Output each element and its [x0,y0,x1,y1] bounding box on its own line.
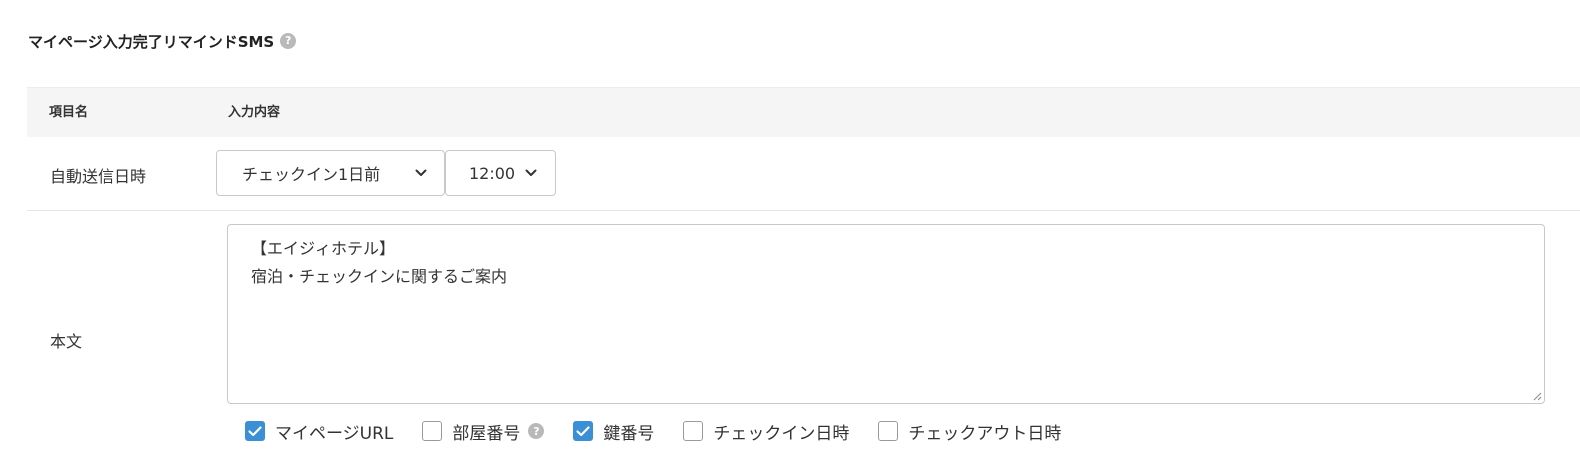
resize-handle-icon[interactable] [1532,391,1542,401]
option-checkout-datetime[interactable]: チェックアウト日時 [878,419,1061,444]
send-day-select-value: チェックイン1日前 [242,165,381,184]
option-key-number[interactable]: 鍵番号 [573,419,654,444]
send-time-label: 自動送信日時 [50,167,147,186]
body-textarea[interactable]: 【エイジィホテル】 宿泊・チェックインに関するご案内 [227,224,1545,404]
section-title-text: マイページ入力完了リマインドSMS [28,32,275,51]
option-label: 鍵番号 [603,423,655,444]
body-line: 宿泊・チェックインに関するご案内 [251,267,508,286]
column-header-content: 入力内容 [228,105,281,120]
body-line: 【エイジィホテル】 [251,239,396,258]
chevron-down-icon [415,169,427,176]
option-checkin-datetime[interactable]: チェックイン日時 [683,419,849,444]
option-label: チェックイン日時 [713,423,850,444]
body-label: 本文 [50,332,83,351]
checkbox-checked-icon[interactable] [245,421,265,441]
checkbox-checked-icon[interactable] [573,421,594,441]
checkbox-unchecked-icon[interactable] [878,421,899,441]
row-divider [27,210,1580,211]
column-header-name: 項目名 [49,105,89,120]
chevron-down-icon [525,169,537,176]
section-title: マイページ入力完了リマインドSMS ? [28,30,297,52]
send-time-select[interactable]: 12:00 [445,150,556,196]
option-label: 部屋番号 [452,423,521,444]
table-header: 項目名 入力内容 [27,87,1580,137]
checkbox-unchecked-icon[interactable] [683,421,704,441]
send-day-select[interactable]: チェックイン1日前 [216,150,445,196]
insert-options: マイページURL 部屋番号 ? 鍵番号 チェックイン日時 チェックアウト日時 [245,419,1090,444]
help-icon[interactable]: ? [280,33,297,49]
option-room-number[interactable]: 部屋番号 ? [422,419,545,444]
help-icon[interactable]: ? [528,423,545,439]
option-label: マイページURL [275,423,394,444]
option-mypage-url[interactable]: マイページURL [245,419,393,444]
send-time-select-value: 12:00 [469,163,516,183]
checkbox-unchecked-icon[interactable] [422,421,443,441]
option-label: チェックアウト日時 [908,423,1062,444]
